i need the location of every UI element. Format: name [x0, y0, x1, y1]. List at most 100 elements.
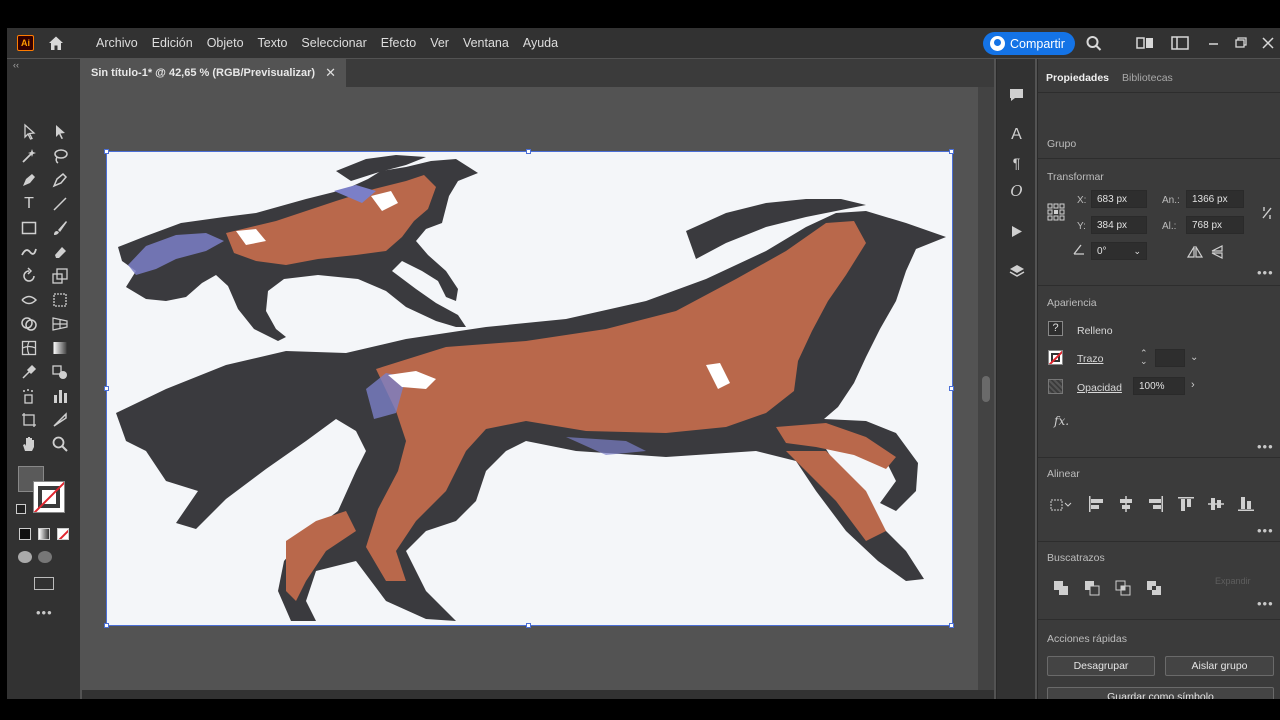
magic-wand-tool-icon[interactable] [18, 145, 40, 167]
comments-icon[interactable] [1007, 85, 1026, 104]
direct-selection-tool-icon[interactable] [49, 121, 71, 143]
rectangle-tool-icon[interactable] [18, 217, 40, 239]
stroke-label[interactable]: Trazo [1077, 353, 1103, 365]
actions-play-icon[interactable] [1007, 222, 1026, 241]
stroke-weight-input[interactable] [1155, 349, 1185, 367]
menu-texto[interactable]: Texto [258, 36, 288, 50]
layers-icon[interactable] [1007, 262, 1026, 281]
menu-efecto[interactable]: Efecto [381, 36, 416, 50]
collapse-toolbar-icon[interactable]: ‹‹ [13, 60, 19, 70]
paintbrush-tool-icon[interactable] [49, 217, 71, 239]
flip-horizontal-icon[interactable] [1187, 246, 1203, 258]
fill-question-icon[interactable]: ? [1048, 321, 1063, 336]
gradient-tool-icon[interactable] [49, 337, 71, 359]
perspective-grid-tool-icon[interactable] [49, 313, 71, 335]
draw-behind-icon[interactable] [38, 551, 52, 563]
tab-propiedades[interactable]: Propiedades [1046, 72, 1109, 84]
flip-vertical-icon[interactable] [1211, 245, 1223, 259]
workspace-icon[interactable] [1171, 35, 1189, 51]
character-icon[interactable]: A [1007, 125, 1026, 144]
stroke-swatch[interactable] [33, 481, 65, 513]
selection-handle[interactable] [526, 623, 531, 628]
free-transform-tool-icon[interactable] [49, 289, 71, 311]
mesh-tool-icon[interactable] [18, 337, 40, 359]
close-document-icon[interactable]: ✕ [325, 65, 336, 81]
unite-icon[interactable] [1053, 580, 1069, 596]
screen-mode-icon[interactable] [34, 577, 54, 590]
chevron-down-icon[interactable]: ⌄ [1133, 246, 1141, 257]
home-icon[interactable] [47, 34, 65, 52]
align-center-horizontal-icon[interactable] [1118, 496, 1134, 512]
align-bottom-icon[interactable] [1238, 496, 1254, 512]
stroke-color-swatch[interactable] [1048, 350, 1063, 365]
menu-edicion[interactable]: Edición [152, 36, 193, 50]
eyedropper-tool-icon[interactable] [18, 361, 40, 383]
reference-point-icon[interactable] [1047, 203, 1065, 221]
appearance-more-icon[interactable]: ••• [1257, 439, 1274, 454]
selection-tool-icon[interactable] [18, 121, 40, 143]
zoom-tool-icon[interactable] [49, 433, 71, 455]
minus-front-icon[interactable] [1084, 580, 1100, 596]
selection-handle[interactable] [104, 623, 109, 628]
selection-handle[interactable] [104, 386, 109, 391]
selection-handle[interactable] [949, 386, 954, 391]
height-input[interactable]: 768 px [1186, 216, 1244, 234]
width-input[interactable]: 1366 px [1186, 190, 1244, 208]
shape-builder-tool-icon[interactable] [18, 313, 40, 335]
paragraph-icon[interactable]: ¶ [1007, 153, 1026, 172]
type-tool-icon[interactable]: T [18, 193, 40, 215]
selection-handle[interactable] [949, 149, 954, 154]
intersect-icon[interactable] [1115, 580, 1131, 596]
align-left-icon[interactable] [1088, 496, 1104, 512]
isolate-group-button[interactable]: Aislar grupo [1165, 656, 1274, 676]
eraser-tool-icon[interactable] [49, 241, 71, 263]
menu-ayuda[interactable]: Ayuda [523, 36, 558, 50]
ungroup-button[interactable]: Desagrupar [1047, 656, 1155, 676]
column-graph-tool-icon[interactable] [49, 385, 71, 407]
canvas-area[interactable] [82, 87, 978, 690]
line-tool-icon[interactable] [49, 193, 71, 215]
search-icon[interactable] [1085, 35, 1103, 51]
opacity-label[interactable]: Opacidad [1077, 382, 1122, 394]
opentype-icon[interactable]: O [1007, 181, 1026, 200]
document-tab[interactable]: Sin título-1* @ 42,65 % (RGB/Previsualiz… [82, 59, 346, 87]
menu-seleccionar[interactable]: Seleccionar [301, 36, 366, 50]
align-top-icon[interactable] [1178, 496, 1194, 512]
selection-handle[interactable] [104, 149, 109, 154]
selection-handle[interactable] [526, 149, 531, 154]
lasso-tool-icon[interactable] [49, 145, 71, 167]
slice-tool-icon[interactable] [49, 409, 71, 431]
align-center-vertical-icon[interactable] [1208, 496, 1224, 512]
hand-tool-icon[interactable] [18, 433, 40, 455]
blend-tool-icon[interactable] [49, 361, 71, 383]
vertical-scrollbar[interactable] [978, 87, 994, 690]
align-more-icon[interactable]: ••• [1257, 523, 1274, 538]
color-mode-icon[interactable] [19, 528, 31, 540]
swap-colors-icon[interactable] [16, 504, 26, 514]
transform-more-icon[interactable]: ••• [1257, 265, 1274, 280]
rotate-input[interactable]: 0° ⌄ [1091, 242, 1147, 260]
scale-tool-icon[interactable] [49, 265, 71, 287]
curvature-tool-icon[interactable] [49, 169, 71, 191]
menu-ver[interactable]: Ver [430, 36, 449, 50]
none-mode-icon[interactable] [57, 528, 69, 540]
stroke-dropdown-icon[interactable]: ⌄ [1190, 352, 1198, 363]
opacity-arrow-icon[interactable]: › [1191, 379, 1195, 391]
pen-tool-icon[interactable] [18, 169, 40, 191]
close-icon[interactable] [1259, 35, 1277, 51]
menu-archivo[interactable]: Archivo [96, 36, 138, 50]
stroke-stepper[interactable]: ⌃ ⌄ [1140, 349, 1148, 366]
y-input[interactable]: 384 px [1091, 216, 1147, 234]
arrange-documents-icon[interactable] [1136, 35, 1154, 51]
restore-icon[interactable] [1232, 35, 1250, 51]
horses-artwork[interactable] [106, 151, 953, 626]
pathfinder-more-icon[interactable]: ••• [1257, 596, 1274, 611]
draw-mode-icon[interactable] [18, 551, 32, 563]
x-input[interactable]: 683 px [1091, 190, 1147, 208]
align-right-icon[interactable] [1148, 496, 1164, 512]
artboard-tool-icon[interactable] [18, 409, 40, 431]
opacity-input[interactable]: 100% [1133, 377, 1185, 395]
menu-ventana[interactable]: Ventana [463, 36, 509, 50]
artboard[interactable] [106, 151, 953, 626]
scrollbar-thumb[interactable] [982, 376, 990, 402]
